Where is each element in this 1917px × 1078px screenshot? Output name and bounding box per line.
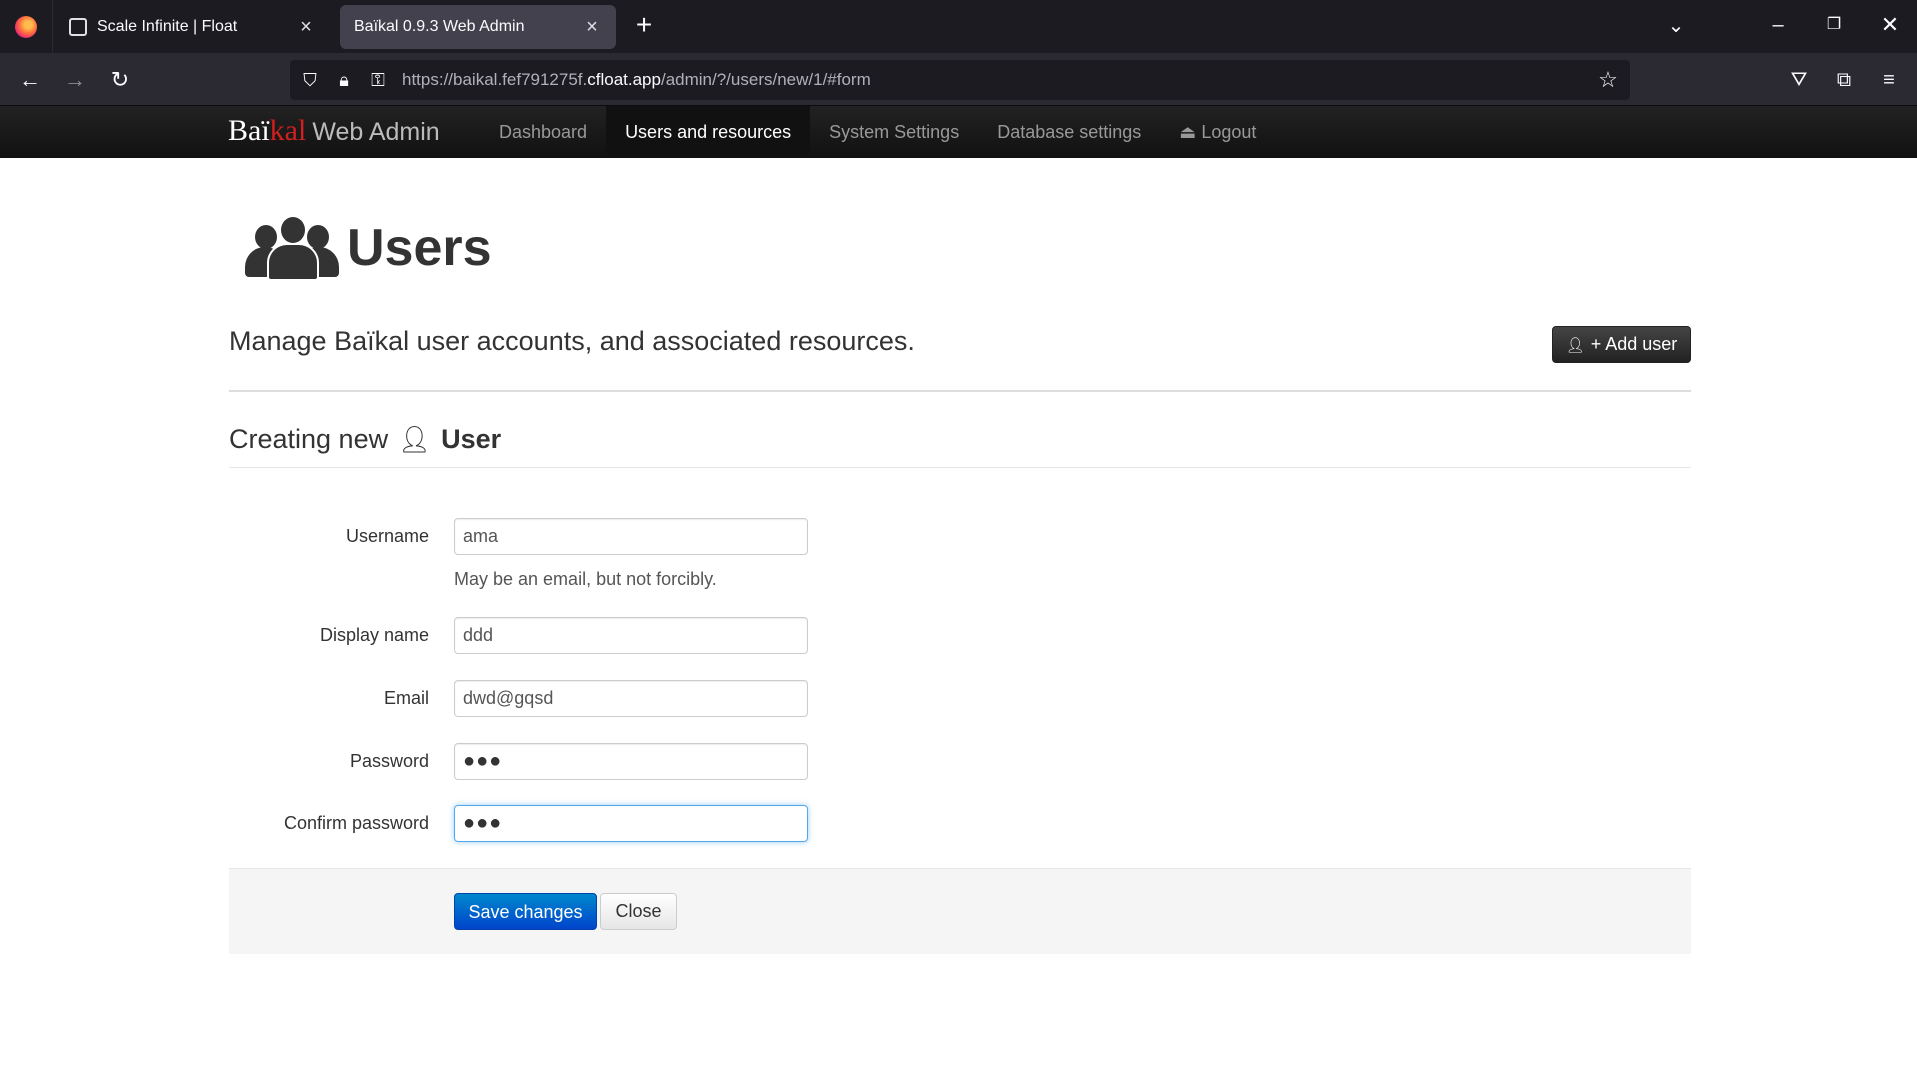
nav-database-settings[interactable]: Database settings (978, 106, 1160, 158)
email-input[interactable]: dwd@gqsd (454, 680, 808, 717)
float-favicon-icon (69, 18, 87, 36)
user-icon: 👤︎ (1565, 336, 1585, 354)
close-button[interactable]: Close (600, 893, 677, 930)
new-tab-plus-icon[interactable]: + (628, 10, 660, 42)
extensions-puzzle-icon[interactable]: ⧉ (1826, 62, 1862, 98)
password-input[interactable]: ●●● (454, 743, 808, 780)
key-icon[interactable]: ⚿ (364, 66, 392, 94)
browser-nav-bar: ← → ↻ ⛉ 🔒︎ ⚿ https://baikal.fef791275f.c… (0, 53, 1917, 106)
username-row: Username ama (229, 518, 929, 556)
window-minimize-icon[interactable]: – (1750, 0, 1806, 53)
browser-tab-bar: Scale Infinite | Float × Baïkal 0.9.3 We… (0, 0, 1917, 53)
browser-tab-float[interactable]: Scale Infinite | Float × (55, 5, 330, 49)
bookmark-star-icon[interactable]: ☆ (1594, 66, 1622, 94)
password-label: Password (349, 751, 429, 771)
users-group-icon (245, 215, 341, 281)
legend-entity: User (441, 424, 502, 454)
pocket-icon[interactable]: ⛛ (1781, 62, 1817, 98)
lock-icon[interactable]: 🔒︎ (330, 66, 358, 94)
firefox-menu-button[interactable] (0, 0, 53, 53)
tab-title: Scale Infinite | Float (97, 18, 238, 35)
hamburger-menu-icon[interactable]: ≡ (1871, 62, 1907, 98)
address-bar[interactable]: ⛉ 🔒︎ ⚿ https://baikal.fef791275f.cfloat.… (290, 60, 1630, 100)
brand-logo[interactable]: Baïkal Web Admin (228, 114, 440, 148)
window-restore-icon[interactable]: ❐ (1806, 0, 1862, 53)
confirm-password-label: Confirm password (283, 813, 429, 833)
divider (229, 390, 1691, 392)
form-actions: Save changes Close (229, 868, 1691, 954)
email-label: Email (383, 688, 429, 708)
eject-icon: ⏏ (1179, 122, 1202, 142)
confirm-password-row: Confirm password ●●● (229, 805, 929, 843)
username-input[interactable]: ama (454, 518, 808, 555)
tab-list-chevron-down-icon[interactable]: ⌄ (1660, 10, 1692, 42)
nav-logout-label: Logout (1201, 122, 1257, 142)
password-row: Password ●●● (229, 743, 929, 781)
email-row: Email dwd@gqsd (229, 680, 929, 718)
tab-close-icon[interactable]: × (582, 16, 602, 39)
tab-close-icon[interactable]: × (296, 16, 316, 39)
display-name-row: Display name ddd (229, 617, 929, 655)
add-user-button[interactable]: 👤︎ + Add user (1552, 326, 1691, 363)
username-help-text: May be an email, but not forcibly. (454, 569, 717, 589)
username-label: Username (345, 526, 429, 546)
form-legend: Creating new 👤︎ User (229, 424, 501, 455)
divider (229, 467, 1691, 468)
save-changes-button[interactable]: Save changes (454, 893, 597, 930)
forward-arrow-icon[interactable]: → (57, 62, 93, 98)
browser-tab-baikal[interactable]: Baïkal 0.9.3 Web Admin × (340, 5, 616, 49)
nav-dashboard[interactable]: Dashboard (480, 106, 606, 158)
site-nav-links: Dashboard Users and resources System Set… (480, 106, 1275, 158)
page-lead-text: Manage Baïkal user accounts, and associa… (229, 326, 915, 356)
display-name-label: Display name (319, 625, 429, 645)
nav-system-settings[interactable]: System Settings (810, 106, 978, 158)
tracking-protection-shield-icon[interactable]: ⛉ (296, 66, 324, 94)
window-close-icon[interactable]: ✕ (1862, 0, 1917, 53)
user-icon: 👤︎ (398, 424, 432, 454)
page-title: Users (347, 219, 492, 277)
nav-logout[interactable]: ⏏ Logout (1160, 106, 1275, 158)
back-arrow-icon[interactable]: ← (12, 62, 48, 98)
confirm-password-input[interactable]: ●●● (454, 805, 808, 842)
display-name-input[interactable]: ddd (454, 617, 808, 654)
nav-users-and-resources[interactable]: Users and resources (606, 106, 811, 158)
reload-icon[interactable]: ↻ (102, 62, 138, 98)
add-user-label: + Add user (1590, 334, 1678, 354)
legend-prefix: Creating new (229, 424, 389, 454)
firefox-logo-icon (15, 15, 37, 38)
url-text[interactable]: https://baikal.fef791275f.cfloat.app/adm… (402, 70, 871, 90)
site-navbar: Baïkal Web Admin Dashboard Users and reso… (0, 106, 1917, 158)
tab-title: Baïkal 0.9.3 Web Admin (354, 18, 525, 35)
page-header: Users (245, 215, 492, 281)
